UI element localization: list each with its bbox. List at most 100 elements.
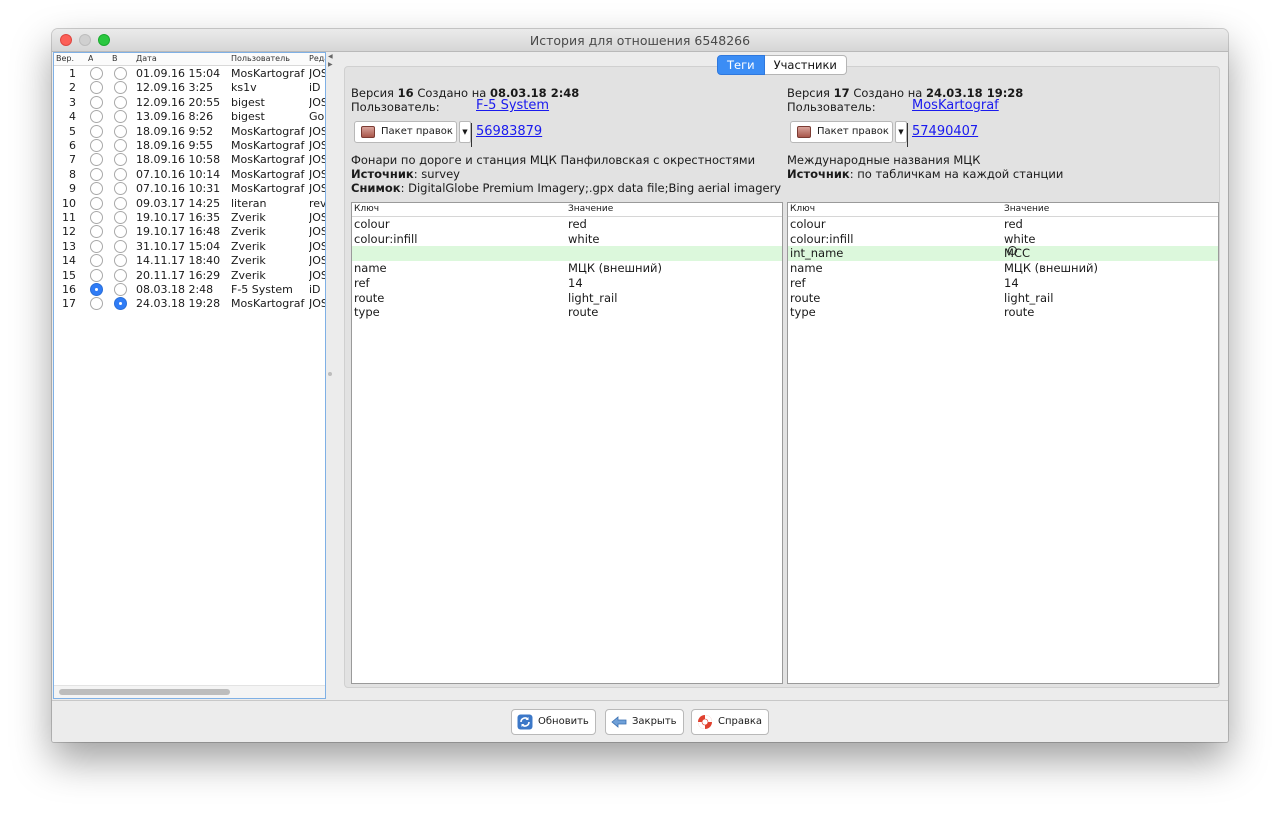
tag-row[interactable]: ref 14 [788, 276, 1218, 291]
history-row[interactable]: 2 12.09.16 3:25 ks1v iD [54, 81, 325, 95]
tag-row[interactable]: colour:infill white [788, 232, 1218, 247]
history-row[interactable]: 13 31.10.17 15:04 Zverik JOS [54, 239, 325, 254]
scrollbar-thumb[interactable] [59, 689, 230, 695]
radio-b[interactable] [114, 297, 127, 311]
changeset-icon [361, 126, 375, 138]
tag-row[interactable]: route light_rail [352, 291, 782, 306]
help-button[interactable]: Справка [691, 709, 770, 735]
radio-a[interactable] [90, 225, 103, 239]
refresh-button[interactable]: Обновить [511, 709, 596, 735]
tab-members[interactable]: Участники [764, 55, 847, 75]
col-date[interactable]: Дата [136, 54, 157, 63]
row-user: MosKartograf [231, 139, 305, 152]
radio-a[interactable] [90, 95, 103, 109]
changeset-b-dropdown[interactable]: ▼ [895, 121, 907, 143]
splitter-grip-icon[interactable] [328, 372, 332, 376]
radio-b[interactable] [114, 239, 127, 253]
history-row[interactable]: 6 18.09.16 9:55 MosKartograf JOS [54, 139, 325, 153]
tab-tags[interactable]: Теги [717, 55, 765, 75]
history-row[interactable]: 5 18.09.16 9:52 MosKartograf JOS [54, 124, 325, 139]
tag-row[interactable]: colour red [788, 217, 1218, 232]
tag-row[interactable]: name МЦК (внешний) [352, 261, 782, 276]
radio-b[interactable] [114, 283, 127, 296]
changeset-a-button[interactable]: Пакет правок [354, 121, 457, 143]
col-a[interactable]: A [88, 54, 93, 63]
tag-row[interactable]: name МЦК (внешний) [788, 261, 1218, 276]
collapse-right-icon[interactable]: ▶ [328, 62, 333, 68]
history-row[interactable]: 3 12.09.16 20:55 bigest JOS [54, 95, 325, 110]
radio-b[interactable] [114, 95, 127, 109]
history-row[interactable]: 4 13.09.16 8:26 bigest Go [54, 110, 325, 124]
history-row[interactable]: 1 01.09.16 15:04 MosKartograf JOS [54, 67, 325, 81]
radio-a[interactable] [90, 211, 103, 224]
radio-a[interactable] [90, 124, 103, 138]
row-date: 31.10.17 15:04 [136, 239, 221, 253]
radio-b[interactable] [114, 153, 127, 167]
radio-a[interactable] [90, 297, 103, 311]
radio-a[interactable] [90, 283, 103, 296]
radio-b[interactable] [114, 167, 127, 181]
col-version[interactable]: Вер. [56, 54, 74, 63]
radio-a[interactable] [90, 239, 103, 253]
history-row[interactable]: 12 19.10.17 16:48 Zverik JOS [54, 225, 325, 239]
tag-row[interactable]: ref 14 [352, 276, 782, 291]
radio-b[interactable] [114, 254, 127, 268]
radio-b[interactable] [114, 182, 127, 196]
radio-a[interactable] [90, 268, 103, 282]
row-user: MosKartograf [231, 167, 305, 181]
collapse-left-icon[interactable]: ◀ [328, 54, 333, 60]
tag-row[interactable]: int_name MCC [788, 246, 1218, 262]
col-key[interactable]: Ключ [790, 204, 815, 214]
history-row[interactable]: 11 19.10.17 16:35 Zverik JOS [54, 211, 325, 225]
radio-a[interactable] [90, 67, 103, 80]
radio-b[interactable] [114, 225, 127, 239]
radio-b[interactable] [114, 124, 127, 138]
radio-a[interactable] [90, 153, 103, 167]
tag-row[interactable]: colour:infill white [352, 232, 782, 247]
changeset-a-link[interactable]: 56983879 [476, 124, 542, 139]
radio-a[interactable] [90, 182, 103, 196]
horizontal-scrollbar[interactable] [54, 685, 325, 698]
close-button[interactable]: Закрыть [605, 709, 684, 735]
history-row[interactable]: 9 07.10.16 10:31 MosKartograf JOS [54, 182, 325, 196]
changeset-a-dropdown[interactable]: ▼ [459, 121, 471, 143]
history-row[interactable]: 15 20.11.17 16:29 Zverik JOS [54, 268, 325, 283]
history-row[interactable]: 8 07.10.16 10:14 MosKartograf JOS [54, 167, 325, 182]
col-editor[interactable]: Реда [309, 54, 325, 63]
radio-a[interactable] [90, 139, 103, 152]
tag-row[interactable]: type route [352, 305, 782, 320]
version-b-user-link[interactable]: MosKartograf [912, 98, 999, 113]
history-row[interactable]: 7 18.09.16 10:58 MosKartograf JOS [54, 153, 325, 167]
radio-b[interactable] [114, 211, 127, 224]
tag-row[interactable]: colour red [352, 217, 782, 232]
tag-row[interactable]: type route [788, 305, 1218, 320]
panel-splitter[interactable]: ◀ ▶ [327, 52, 333, 699]
history-row[interactable]: 16 08.03.18 2:48 F-5 System iD . [54, 283, 325, 297]
radio-a[interactable] [90, 196, 103, 210]
col-user[interactable]: Пользователь [231, 54, 290, 63]
tag-row[interactable] [352, 246, 782, 262]
version-a-user-link[interactable]: F-5 System [476, 98, 549, 113]
row-date: 08.03.18 2:48 [136, 283, 214, 296]
col-key[interactable]: Ключ [354, 204, 379, 214]
radio-a[interactable] [90, 81, 103, 95]
radio-a[interactable] [90, 167, 103, 181]
col-value[interactable]: Значение [568, 204, 613, 214]
radio-b[interactable] [114, 67, 127, 80]
radio-b[interactable] [114, 268, 127, 282]
radio-b[interactable] [114, 110, 127, 124]
changeset-b-button[interactable]: Пакет правок [790, 121, 893, 143]
col-b[interactable]: B [112, 54, 118, 63]
history-row[interactable]: 17 24.03.18 19:28 MosKartograf JOS [54, 297, 325, 311]
radio-b[interactable] [114, 81, 127, 95]
radio-a[interactable] [90, 110, 103, 124]
radio-a[interactable] [90, 254, 103, 268]
tag-row[interactable]: route light_rail [788, 291, 1218, 306]
history-row[interactable]: 14 14.11.17 18:40 Zverik JOS [54, 254, 325, 268]
history-row[interactable]: 10 09.03.17 14:25 literan rev [54, 196, 325, 211]
col-value[interactable]: Значение [1004, 204, 1049, 214]
radio-b[interactable] [114, 196, 127, 210]
tag-value-text: light_rail [1004, 290, 1054, 305]
changeset-b-link[interactable]: 57490407 [912, 124, 978, 139]
radio-b[interactable] [114, 139, 127, 152]
